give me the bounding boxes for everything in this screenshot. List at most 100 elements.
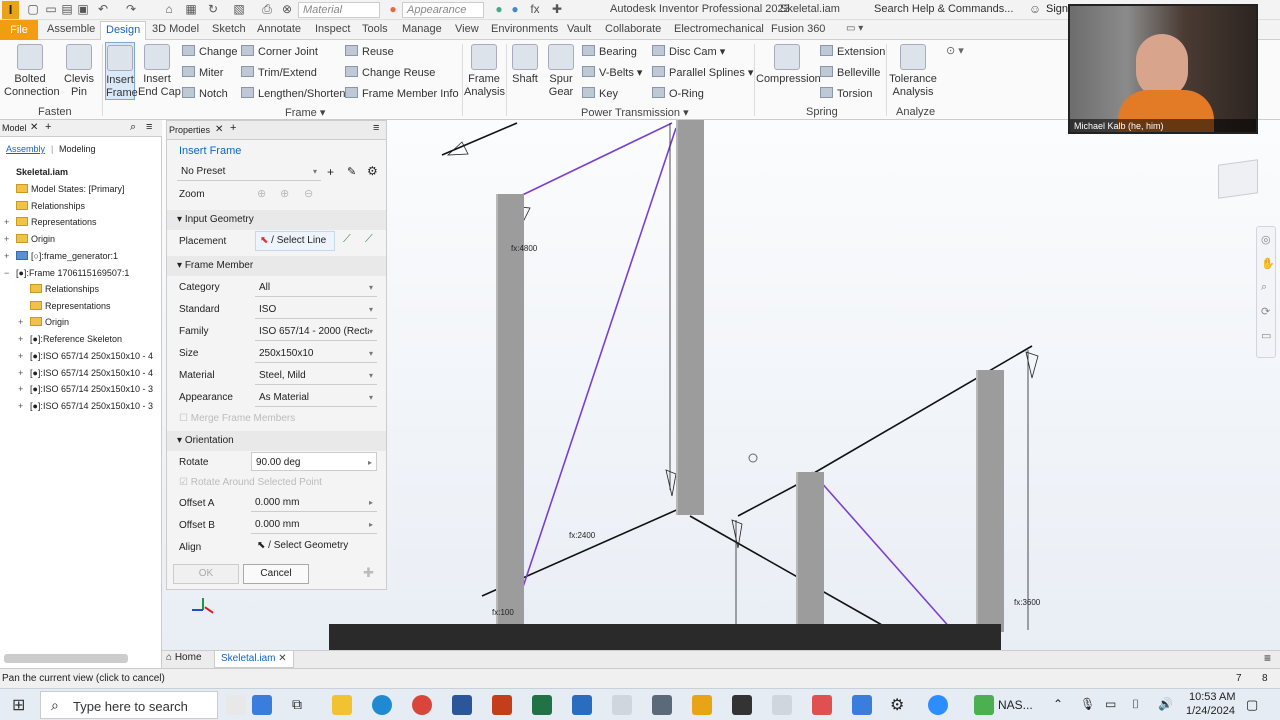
zoom-all-icon[interactable]: ⊕ <box>257 187 266 200</box>
undo-icon[interactable]: ↶ <box>96 2 110 16</box>
cancel-button[interactable]: Cancel <box>243 564 309 584</box>
category-dropdown[interactable]: All ▾ <box>255 278 377 297</box>
v-belts-button[interactable]: V-Belts ▾ <box>582 66 642 79</box>
tab-properties[interactable]: Properties <box>169 125 210 135</box>
settings-gear-icon[interactable]: ⚙ <box>890 695 904 715</box>
preset-dropdown[interactable]: No Preset ▾ <box>177 162 321 181</box>
close-icon[interactable]: ✕ <box>215 124 223 135</box>
pan-icon[interactable]: ✋ <box>1261 257 1275 270</box>
bearing-button[interactable]: Bearing <box>582 45 637 58</box>
add-preset-icon[interactable]: + <box>327 165 334 179</box>
spur-gear-button[interactable]: Spur Gear <box>544 44 578 99</box>
ok-button[interactable]: OK <box>173 564 239 584</box>
zoom-app-icon[interactable] <box>928 695 948 715</box>
group-title-frame[interactable]: Frame ▾ <box>285 106 325 119</box>
settings-gear-icon[interactable]: ⚙ <box>367 164 378 178</box>
excel-icon[interactable] <box>532 695 552 715</box>
menu-icon[interactable]: ≡ <box>1264 651 1271 665</box>
frame-analysis-button[interactable]: Frame Analysis <box>464 44 505 99</box>
steering-wheel-icon[interactable]: ◎ <box>1261 233 1271 246</box>
taskbar-search-box[interactable]: ⌕ Type here to search <box>40 691 218 719</box>
frame-member-info-button[interactable]: Frame Member Info <box>345 87 459 100</box>
tree-item-member[interactable]: + [●]:ISO 657/14 250x150x10 - 3 <box>18 401 153 411</box>
stop-icon[interactable]: ⊗ <box>280 2 294 16</box>
add-panel-icon[interactable]: + <box>45 121 51 133</box>
material-combo[interactable]: Material <box>298 2 380 18</box>
rotate-input[interactable]: 90.00 deg ▸ <box>251 452 377 471</box>
clock-time[interactable]: 10:53 AM <box>1189 691 1235 703</box>
home-icon[interactable]: ⌂ <box>162 2 176 16</box>
appearance-combo[interactable]: Appearance <box>402 2 484 18</box>
parallel-splines-button[interactable]: Parallel Splines ▾ <box>652 66 753 79</box>
size-dropdown[interactable]: 250x150x10 ▾ <box>255 344 377 363</box>
app-icon[interactable] <box>772 695 792 715</box>
lengthen-shorten-button[interactable]: Lengthen/Shorten <box>241 87 345 100</box>
orbit-icon[interactable]: ⟳ <box>1261 305 1270 318</box>
tab-view[interactable]: View <box>455 23 479 35</box>
tree-item-representations[interactable]: + Representations <box>4 217 97 227</box>
sign-in-link[interactable]: Sign <box>1046 3 1068 15</box>
microphone-icon[interactable]: 🎙 <box>1080 697 1095 711</box>
measure-icon[interactable]: ▧ <box>232 2 246 16</box>
zoom-icon[interactable]: ⌕ <box>1261 281 1267 294</box>
tab-file[interactable]: File <box>0 20 38 40</box>
widget-icon[interactable] <box>252 695 272 715</box>
tree-item-frame-origin[interactable]: + Origin <box>18 317 69 327</box>
notch-button[interactable]: Notch <box>182 87 228 100</box>
task-view-icon[interactable]: ⧉ <box>292 696 302 713</box>
tree-item-frame[interactable]: − [●]:Frame 1706115169507:1 <box>4 268 129 278</box>
inventor-taskbar-icon[interactable] <box>692 695 712 715</box>
app-icon[interactable] <box>732 695 752 715</box>
torsion-button[interactable]: Torsion <box>820 87 872 100</box>
standard-dropdown[interactable]: ISO ▾ <box>255 300 377 319</box>
tree-item-model-states[interactable]: Model States: [Primary] <box>16 184 125 194</box>
tab-design[interactable]: Design <box>100 21 147 41</box>
offset-b-input[interactable]: 0.000 mm ▸ <box>251 515 377 534</box>
battery-icon[interactable]: ▭ <box>1105 697 1116 711</box>
tab-inspect[interactable]: Inspect <box>315 23 350 35</box>
shaft-button[interactable]: Shaft <box>508 44 542 86</box>
tree-item-reference-skeleton[interactable]: + [●]:Reference Skeleton <box>18 334 122 344</box>
clevis-pin-button[interactable]: Clevis Pin <box>60 44 98 99</box>
add-icon[interactable]: ✚ <box>550 2 564 16</box>
tab-assemble[interactable]: Assemble <box>47 23 95 35</box>
file-explorer-icon[interactable] <box>332 695 352 715</box>
reuse-button[interactable]: Reuse <box>345 45 394 58</box>
select-line-button[interactable]: ⬉ / Select Line <box>255 231 335 251</box>
tree-item-member[interactable]: + [●]:ISO 657/14 250x150x10 - 4 <box>18 351 153 361</box>
app-icon[interactable] <box>812 695 832 715</box>
frame-column[interactable] <box>976 370 1004 632</box>
insert-end-cap-button[interactable]: Insert End Cap <box>138 44 181 99</box>
tab-vault[interactable]: Vault <box>567 23 591 35</box>
search-help-input[interactable]: Search Help & Commands... <box>874 3 1013 15</box>
network-icon[interactable]: ⌷ <box>1132 697 1139 712</box>
extension-button[interactable]: Extension <box>820 45 885 58</box>
tab-collaborate[interactable]: Collaborate <box>605 23 661 35</box>
dimension-label[interactable]: fx:2400 <box>569 531 595 540</box>
edit-preset-icon[interactable]: ✎ <box>347 165 356 178</box>
zoom-in-icon[interactable]: ⊕ <box>280 187 289 200</box>
section-orientation[interactable]: ▾ Orientation <box>167 431 386 451</box>
browser-scrollbar[interactable] <box>4 654 128 663</box>
tree-item-frame-representations[interactable]: Representations <box>30 301 111 311</box>
chain-select-icon[interactable]: ⟋ <box>343 233 351 246</box>
fx-icon[interactable]: fx <box>528 2 542 16</box>
ribbon-extra-icon[interactable]: ⊙ ▾ <box>946 44 964 57</box>
word-icon[interactable] <box>452 695 472 715</box>
tab-model[interactable]: Model <box>2 123 27 133</box>
corner-joint-button[interactable]: Corner Joint <box>241 45 318 58</box>
chevron-up-icon[interactable]: ⌃ <box>1053 697 1063 711</box>
tab-environments[interactable]: Environments <box>491 23 558 35</box>
bolted-connection-button[interactable]: Bolted Connection <box>4 44 60 99</box>
section-input-geometry[interactable]: ▾ Input Geometry <box>167 210 386 230</box>
inventor-logo[interactable]: I <box>2 1 19 19</box>
powerpoint-icon[interactable] <box>492 695 512 715</box>
material-dropdown[interactable]: Steel, Mild ▾ <box>255 366 377 385</box>
select-geometry-button[interactable]: ⬉ / Select Geometry <box>255 537 377 557</box>
open-folder-icon[interactable]: ▤ <box>60 2 74 16</box>
nas-app-icon[interactable] <box>974 695 994 715</box>
tree-root[interactable]: Skeletal.iam <box>16 167 68 177</box>
miter-button[interactable]: Miter <box>182 66 223 79</box>
new-icon[interactable]: ▢ <box>26 2 40 16</box>
menu-icon[interactable]: ≡ <box>373 122 379 134</box>
